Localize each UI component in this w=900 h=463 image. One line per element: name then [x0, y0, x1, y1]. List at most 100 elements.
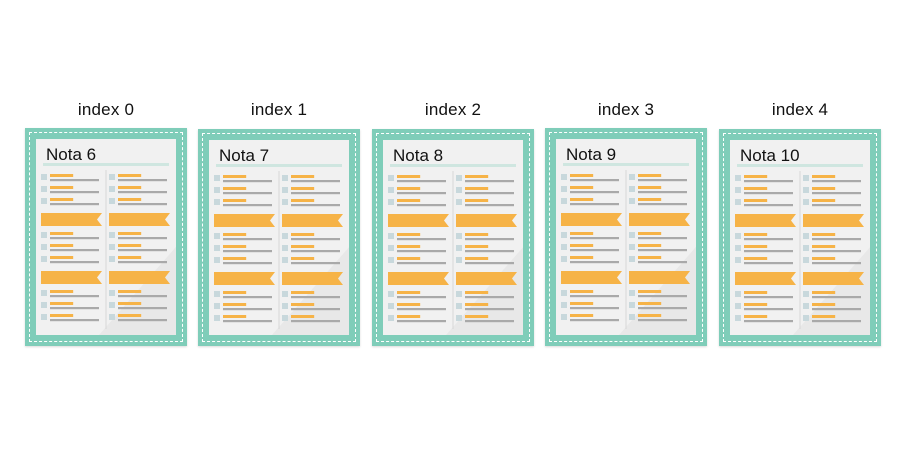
line-gray [465, 320, 514, 323]
note-card[interactable]: Nota 10 [719, 129, 881, 346]
line-gray [570, 249, 619, 252]
line-orange [291, 199, 315, 202]
bullet-square [214, 291, 220, 297]
bullet-square [109, 186, 115, 192]
bullet-square [109, 244, 115, 250]
bullet-square [388, 291, 394, 297]
note-title: Nota 7 [219, 146, 270, 165]
bullet-square [629, 174, 635, 180]
note-card[interactable]: Nota 6 [25, 128, 187, 346]
line-gray [570, 295, 619, 298]
line-orange [223, 303, 247, 306]
line-orange [465, 245, 489, 248]
ribbon-banner [388, 214, 449, 227]
line-orange [397, 175, 421, 178]
line-orange [397, 245, 421, 248]
line-orange [570, 186, 594, 189]
bullet-square [561, 290, 567, 296]
line-gray [570, 319, 619, 322]
line-gray [50, 319, 99, 322]
ribbon-banner [41, 271, 102, 284]
line-gray [397, 262, 446, 265]
bullet-square [456, 303, 462, 309]
line-orange [223, 257, 247, 260]
line-orange [465, 315, 489, 318]
line-gray [638, 261, 687, 264]
note-page-illustration-icon [561, 163, 696, 335]
line-orange [223, 199, 247, 202]
line-orange [50, 174, 74, 177]
bullet-square [456, 233, 462, 239]
line-orange [744, 303, 768, 306]
line-orange [812, 245, 836, 248]
bullet-square [214, 257, 220, 263]
line-gray [397, 204, 446, 207]
line-orange [744, 245, 768, 248]
bullet-square [214, 303, 220, 309]
line-orange [465, 199, 489, 202]
line-gray [744, 250, 793, 253]
bullet-square [109, 314, 115, 320]
bullet-square [803, 303, 809, 309]
bullet-square [803, 199, 809, 205]
line-orange [744, 187, 768, 190]
line-gray [744, 296, 793, 299]
line-orange [812, 303, 836, 306]
note-title: Nota 8 [393, 146, 444, 165]
line-orange [291, 245, 315, 248]
note-page: Nota 10 [730, 140, 870, 335]
line-orange [397, 291, 421, 294]
bullet-square [629, 232, 635, 238]
line-orange [223, 175, 247, 178]
bullet-square [388, 315, 394, 321]
nota-index-diagram: index 0 Nota 6 index 1 Nota 7 index 2 No… [0, 0, 900, 463]
bullet-square [629, 198, 635, 204]
ribbon-banner [282, 272, 343, 285]
line-gray [465, 308, 514, 311]
line-gray [118, 191, 167, 194]
bullet-square [735, 233, 741, 239]
bullet-square [629, 256, 635, 262]
line-orange [50, 302, 74, 305]
bullet-square [803, 291, 809, 297]
line-orange [118, 232, 142, 235]
line-gray [291, 238, 340, 241]
bullet-square [735, 303, 741, 309]
note-card[interactable]: Nota 8 [372, 129, 534, 346]
bullet-square [214, 199, 220, 205]
line-gray [50, 261, 99, 264]
bullet-square [629, 244, 635, 250]
note-card[interactable]: Nota 9 [545, 128, 707, 346]
line-orange [744, 175, 768, 178]
line-gray [118, 307, 167, 310]
ribbon-banner [214, 214, 275, 227]
ribbon-banner [803, 214, 864, 227]
bullet-square [803, 245, 809, 251]
line-orange [223, 187, 247, 190]
bullet-square [803, 315, 809, 321]
line-gray [638, 249, 687, 252]
line-orange [397, 315, 421, 318]
bullet-square [282, 199, 288, 205]
bullet-square [561, 302, 567, 308]
bullet-square [388, 233, 394, 239]
bullet-square [456, 315, 462, 321]
line-orange [812, 315, 836, 318]
line-gray [570, 191, 619, 194]
line-gray [465, 238, 514, 241]
note-page: Nota 9 [556, 139, 696, 335]
note-card[interactable]: Nota 7 [198, 129, 360, 346]
line-orange [50, 314, 74, 317]
line-orange [570, 244, 594, 247]
bullet-square [561, 314, 567, 320]
line-gray [223, 262, 272, 265]
line-gray [118, 203, 167, 206]
line-orange [223, 233, 247, 236]
bullet-square [282, 257, 288, 263]
line-gray [291, 320, 340, 323]
line-orange [812, 291, 836, 294]
line-orange [223, 245, 247, 248]
line-orange [638, 314, 662, 317]
line-gray [50, 295, 99, 298]
line-gray [465, 180, 514, 183]
